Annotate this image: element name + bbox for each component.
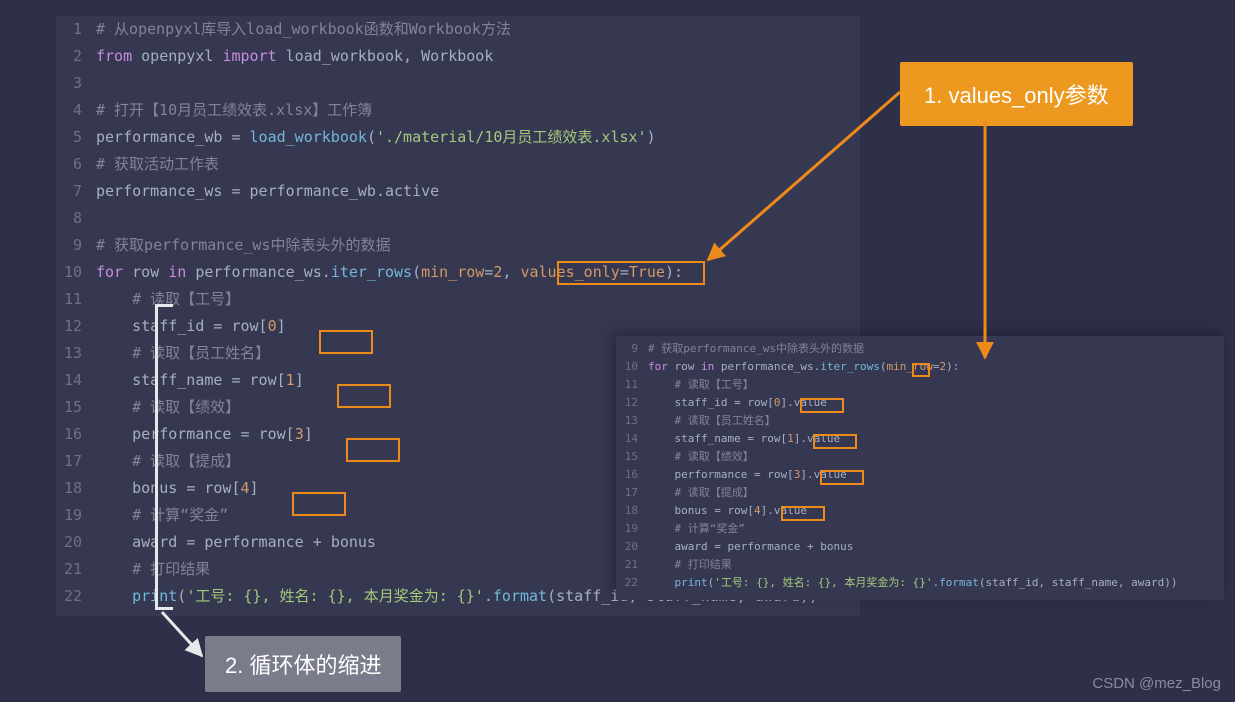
code-content: # 打印结果 (648, 556, 1224, 574)
code-content: staff_name = row[1].value (648, 430, 1224, 448)
code-line: 5performance_wb = load_workbook('./mater… (56, 124, 860, 151)
line-number: 16 (56, 421, 96, 448)
code-content: performance = row[3].value (648, 466, 1224, 484)
code-line: 6# 获取活动工作表 (56, 151, 860, 178)
code-line: 16 performance = row[3].value (616, 466, 1224, 484)
code-line: 7performance_ws = performance_wb.active (56, 178, 860, 205)
code-line: 12 staff_id = row[0].value (616, 394, 1224, 412)
code-content: # 读取【工号】 (648, 376, 1224, 394)
code-content: for row in performance_ws.iter_rows(min_… (96, 259, 860, 286)
code-content (96, 205, 860, 232)
code-line: 14 staff_name = row[1].value (616, 430, 1224, 448)
code-line: 10for row in performance_ws.iter_rows(mi… (56, 259, 860, 286)
line-number: 13 (616, 412, 648, 430)
line-number: 5 (56, 124, 96, 151)
line-number: 2 (56, 43, 96, 70)
line-number: 14 (616, 430, 648, 448)
code-line: 2from openpyxl import load_workbook, Wor… (56, 43, 860, 70)
code-line: 21 # 打印结果 (616, 556, 1224, 574)
code-content: staff_id = row[0].value (648, 394, 1224, 412)
code-content: # 读取【工号】 (96, 286, 860, 313)
line-number: 9 (616, 340, 648, 358)
code-content: # 打开【10月员工绩效表.xlsx】工作簿 (96, 97, 860, 124)
code-line: 18 bonus = row[4].value (616, 502, 1224, 520)
line-number: 18 (616, 502, 648, 520)
code-line: 4# 打开【10月员工绩效表.xlsx】工作簿 (56, 97, 860, 124)
code-content: # 获取活动工作表 (96, 151, 860, 178)
line-number: 20 (56, 529, 96, 556)
code-line: 20 award = performance + bonus (616, 538, 1224, 556)
line-number: 3 (56, 70, 96, 97)
code-line: 15 # 读取【绩效】 (616, 448, 1224, 466)
code-content: # 获取performance_ws中除表头外的数据 (648, 340, 1224, 358)
code-content: bonus = row[4].value (648, 502, 1224, 520)
code-line: 22 print('工号: {}, 姓名: {}, 本月奖金为: {}'.for… (616, 574, 1224, 592)
line-number: 18 (56, 475, 96, 502)
code-line: 11 # 读取【工号】 (616, 376, 1224, 394)
line-number: 8 (56, 205, 96, 232)
code-content: # 读取【员工姓名】 (648, 412, 1224, 430)
code-line: 10for row in performance_ws.iter_rows(mi… (616, 358, 1224, 376)
line-number: 4 (56, 97, 96, 124)
code-line: 11 # 读取【工号】 (56, 286, 860, 313)
line-number: 10 (616, 358, 648, 376)
line-number: 1 (56, 16, 96, 43)
code-line: 13 # 读取【员工姓名】 (616, 412, 1224, 430)
line-number: 12 (56, 313, 96, 340)
code-content: # 读取【绩效】 (648, 448, 1224, 466)
indent-bracket (155, 304, 173, 610)
code-content: performance_ws = performance_wb.active (96, 178, 860, 205)
code-line: 8 (56, 205, 860, 232)
small-code-panel: 9# 获取performance_ws中除表头外的数据10for row in … (616, 336, 1224, 600)
code-content: # 获取performance_ws中除表头外的数据 (96, 232, 860, 259)
line-number: 7 (56, 178, 96, 205)
line-number: 11 (56, 286, 96, 313)
code-line: 1# 从openpyxl库导入load_workbook函数和Workbook方… (56, 16, 860, 43)
code-content: # 计算“奖金” (648, 520, 1224, 538)
line-number: 19 (56, 502, 96, 529)
code-content: print('工号: {}, 姓名: {}, 本月奖金为: {}'.format… (648, 574, 1224, 592)
line-number: 21 (616, 556, 648, 574)
code-content: performance_wb = load_workbook('./materi… (96, 124, 860, 151)
line-number: 15 (616, 448, 648, 466)
callout-one-text: 1. values_only参数 (924, 78, 1109, 110)
code-content: from openpyxl import load_workbook, Work… (96, 43, 860, 70)
code-line: 3 (56, 70, 860, 97)
line-number: 22 (616, 574, 648, 592)
line-number: 17 (616, 484, 648, 502)
code-content: award = performance + bonus (648, 538, 1224, 556)
line-number: 14 (56, 367, 96, 394)
code-line: 17 # 读取【提成】 (616, 484, 1224, 502)
callout-indentation: 2. 循环体的缩进 (205, 636, 401, 692)
code-content (96, 70, 860, 97)
line-number: 9 (56, 232, 96, 259)
callout-values-only: 1. values_only参数 (900, 62, 1133, 126)
line-number: 19 (616, 520, 648, 538)
callout-two-text: 2. 循环体的缩进 (225, 648, 381, 680)
code-content: # 读取【提成】 (648, 484, 1224, 502)
line-number: 6 (56, 151, 96, 178)
line-number: 21 (56, 556, 96, 583)
line-number: 11 (616, 376, 648, 394)
code-line: 9# 获取performance_ws中除表头外的数据 (616, 340, 1224, 358)
line-number: 16 (616, 466, 648, 484)
line-number: 17 (56, 448, 96, 475)
code-line: 19 # 计算“奖金” (616, 520, 1224, 538)
line-number: 12 (616, 394, 648, 412)
line-number: 13 (56, 340, 96, 367)
code-content: # 从openpyxl库导入load_workbook函数和Workbook方法 (96, 16, 860, 43)
code-content: for row in performance_ws.iter_rows(min_… (648, 358, 1224, 376)
line-number: 10 (56, 259, 96, 286)
code-line: 9# 获取performance_ws中除表头外的数据 (56, 232, 860, 259)
line-number: 22 (56, 583, 96, 610)
line-number: 20 (616, 538, 648, 556)
watermark: CSDN @mez_Blog (1092, 675, 1221, 692)
line-number: 15 (56, 394, 96, 421)
